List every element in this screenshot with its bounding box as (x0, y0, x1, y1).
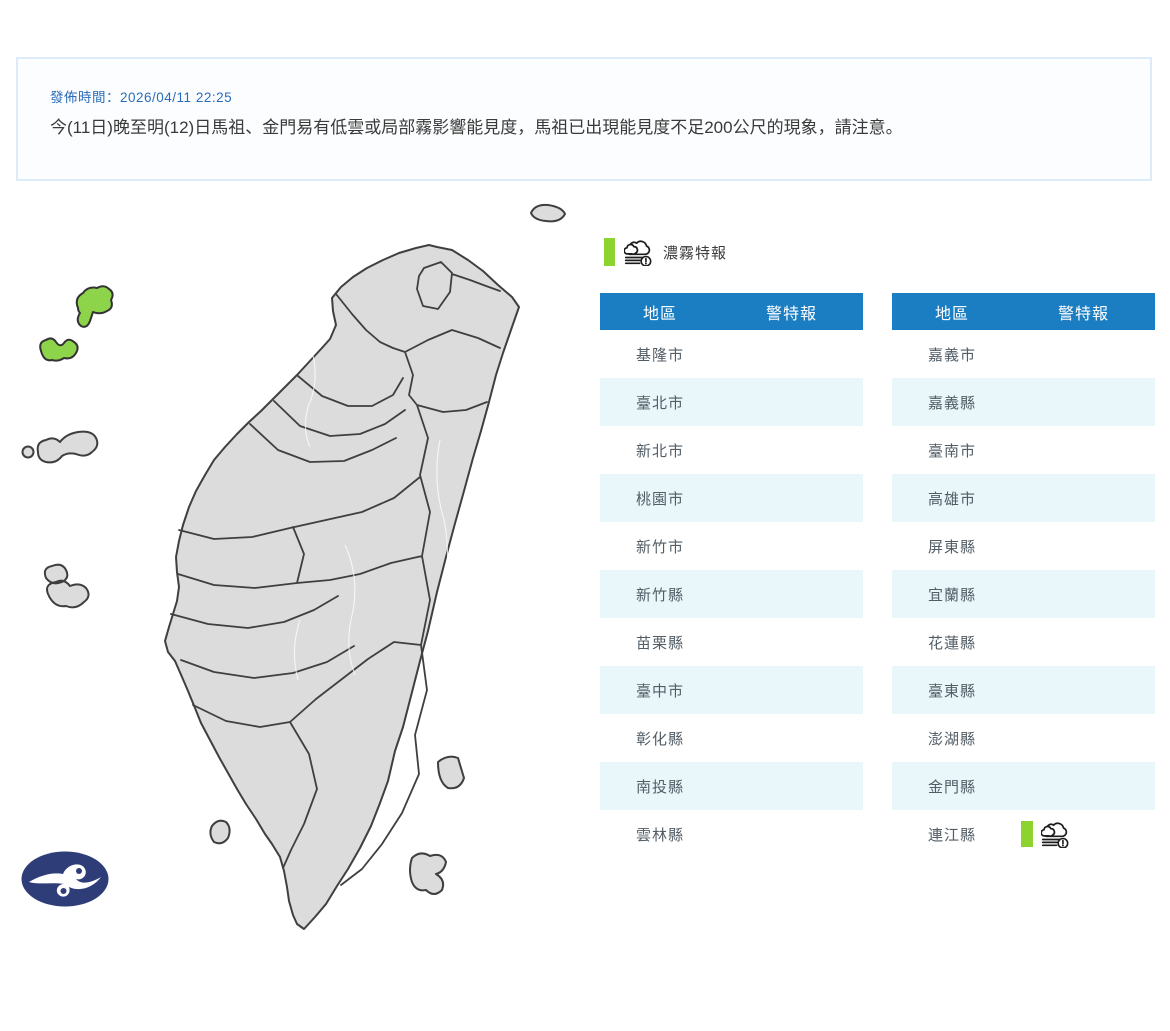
table-row: 彰化縣 (600, 714, 863, 762)
fog-advisory-legend: 濃霧特報 (604, 237, 727, 267)
table-row: 宜蘭縣 (892, 570, 1155, 618)
table-row: 南投縣 (600, 762, 863, 810)
table-row: 桃園市 (600, 474, 863, 522)
region-cell: 宜蘭縣 (892, 584, 1012, 605)
table-row: 花蓮縣 (892, 618, 1155, 666)
region-cell: 臺北市 (600, 392, 720, 413)
table-row: 連江縣 (892, 810, 1155, 858)
penghu-islands (45, 565, 89, 608)
table-row: 屏東縣 (892, 522, 1155, 570)
table-row: 臺東縣 (892, 666, 1155, 714)
orchid-island (410, 853, 446, 894)
region-cell: 新竹市 (600, 536, 720, 557)
table-row: 嘉義市 (892, 330, 1155, 378)
fog-warning-icon[interactable] (1041, 820, 1071, 848)
region-cell: 連江縣 (892, 824, 1012, 845)
table-row: 苗栗縣 (600, 618, 863, 666)
table-row: 金門縣 (892, 762, 1155, 810)
table-row: 新北市 (600, 426, 863, 474)
warning-table-left-body: 基隆市臺北市新北市桃園市新竹市新竹縣苗栗縣臺中市彰化縣南投縣雲林縣 (600, 330, 863, 858)
cwa-cloud-logo (21, 851, 109, 907)
advisory-box: 發佈時間：2026/04/11 22:25 今(11日)晚至明(12)日馬祖、金… (16, 57, 1152, 181)
warning-column-header: 警特報 (1012, 300, 1155, 324)
region-cell: 基隆市 (600, 344, 720, 365)
table-row: 澎湖縣 (892, 714, 1155, 762)
warning-table-right: 地區 警特報 嘉義市嘉義縣臺南市高雄市屏東縣宜蘭縣花蓮縣臺東縣澎湖縣金門縣連江縣 (892, 293, 1155, 858)
table-row: 臺中市 (600, 666, 863, 714)
table-row: 新竹市 (600, 522, 863, 570)
table-row: 臺北市 (600, 378, 863, 426)
green-island (438, 757, 464, 789)
matsu-north-island[interactable] (77, 286, 113, 327)
table-row: 雲林縣 (600, 810, 863, 858)
table-header: 地區 警特報 (892, 293, 1155, 330)
kinmen-island (38, 432, 98, 463)
region-cell: 金門縣 (892, 776, 1012, 797)
table-row: 新竹縣 (600, 570, 863, 618)
region-cell: 臺中市 (600, 680, 720, 701)
region-cell: 臺南市 (892, 440, 1012, 461)
warning-table-right-body: 嘉義市嘉義縣臺南市高雄市屏東縣宜蘭縣花蓮縣臺東縣澎湖縣金門縣連江縣 (892, 330, 1155, 858)
issued-time: 發佈時間：2026/04/11 22:25 (50, 86, 232, 106)
region-cell: 彰化縣 (600, 728, 720, 749)
advisory-message: 今(11日)晚至明(12)日馬祖、金門易有低雲或局部霧影響能見度，馬祖已出現能見… (50, 116, 1120, 140)
region-cell: 新北市 (600, 440, 720, 461)
warning-column-header: 警特報 (720, 300, 863, 324)
table-row: 臺南市 (892, 426, 1155, 474)
table-row: 嘉義縣 (892, 378, 1155, 426)
liuqiu-island (210, 821, 229, 844)
warning-table-left: 地區 警特報 基隆市臺北市新北市桃園市新竹市新竹縣苗栗縣臺中市彰化縣南投縣雲林縣 (600, 293, 863, 858)
matsu-south-island[interactable] (40, 338, 77, 360)
region-cell: 桃園市 (600, 488, 720, 509)
legend-color-bar (604, 238, 615, 266)
warning-cell (1012, 820, 1155, 848)
region-cell: 花蓮縣 (892, 632, 1012, 653)
fog-warning-icon (624, 238, 654, 266)
region-cell: 屏東縣 (892, 536, 1012, 557)
region-cell: 高雄市 (892, 488, 1012, 509)
region-cell: 嘉義市 (892, 344, 1012, 365)
region-cell: 雲林縣 (600, 824, 720, 845)
region-cell: 澎湖縣 (892, 728, 1012, 749)
table-row: 高雄市 (892, 474, 1155, 522)
region-column-header: 地區 (600, 300, 720, 324)
region-cell: 苗栗縣 (600, 632, 720, 653)
pengjia-islet (531, 205, 565, 221)
kinmen-islet (23, 447, 34, 458)
region-cell: 南投縣 (600, 776, 720, 797)
region-cell: 新竹縣 (600, 584, 720, 605)
warning-color-bar (1021, 821, 1033, 847)
region-cell: 嘉義縣 (892, 392, 1012, 413)
table-header: 地區 警特報 (600, 293, 863, 330)
region-cell: 臺東縣 (892, 680, 1012, 701)
legend-label: 濃霧特報 (663, 242, 727, 263)
taiwan-map (0, 190, 600, 965)
region-column-header: 地區 (892, 300, 1012, 324)
table-row: 基隆市 (600, 330, 863, 378)
